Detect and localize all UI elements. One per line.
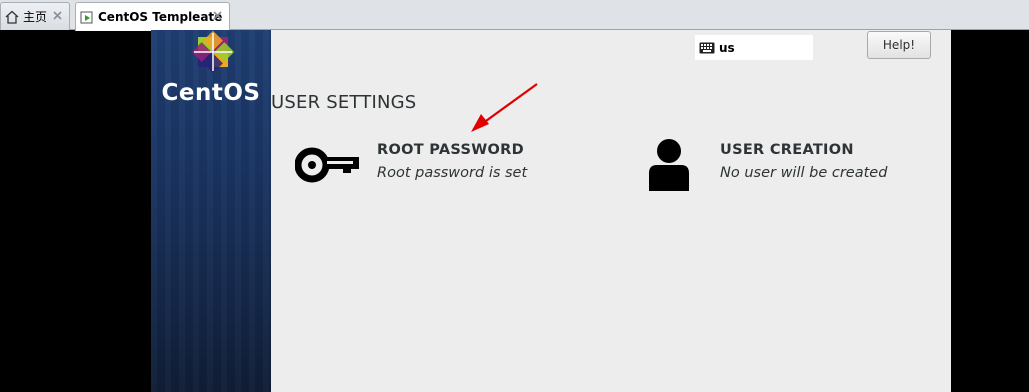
spoke-user-creation-title: USER CREATION: [720, 142, 854, 158]
spoke-root-password-title: ROOT PASSWORD: [377, 142, 524, 158]
tab-vm-label: CentOS Templeate: [98, 10, 223, 24]
home-icon: [4, 9, 20, 25]
keyboard-icon: [699, 42, 715, 54]
spoke-user-creation-status: No user will be created: [720, 165, 888, 181]
installer-sidebar: CentOS: [151, 30, 271, 392]
close-icon[interactable]: [211, 9, 224, 22]
spoke-root-password-status: Root password is set: [377, 165, 528, 181]
keyboard-layout-indicator[interactable]: us: [695, 35, 813, 60]
spoke-user-creation[interactable]: USER CREATION No user will be created: [647, 137, 907, 197]
vm-tab-bar: 主页 CentOS Templeate: [0, 0, 1029, 31]
help-button[interactable]: Help!: [867, 31, 931, 59]
close-icon[interactable]: [51, 9, 64, 22]
tab-centos-vm[interactable]: CentOS Templeate: [75, 2, 230, 31]
user-icon: [647, 137, 691, 193]
keyboard-layout-label: us: [719, 40, 735, 55]
tab-home[interactable]: 主页: [0, 2, 70, 30]
key-icon: [294, 142, 361, 188]
spoke-root-password[interactable]: ROOT PASSWORD Root password is set: [294, 137, 555, 197]
installer-main: us Help! USER SETTINGS ROOT PASSWORD Roo…: [271, 30, 951, 392]
section-title-user-settings: USER SETTINGS: [271, 92, 417, 113]
brand-name: CentOS: [161, 80, 261, 106]
tab-home-label: 主页: [23, 10, 48, 24]
vm-icon: [79, 9, 95, 25]
annotation-arrow-icon: [471, 83, 538, 132]
centos-logo-icon: [191, 30, 235, 74]
